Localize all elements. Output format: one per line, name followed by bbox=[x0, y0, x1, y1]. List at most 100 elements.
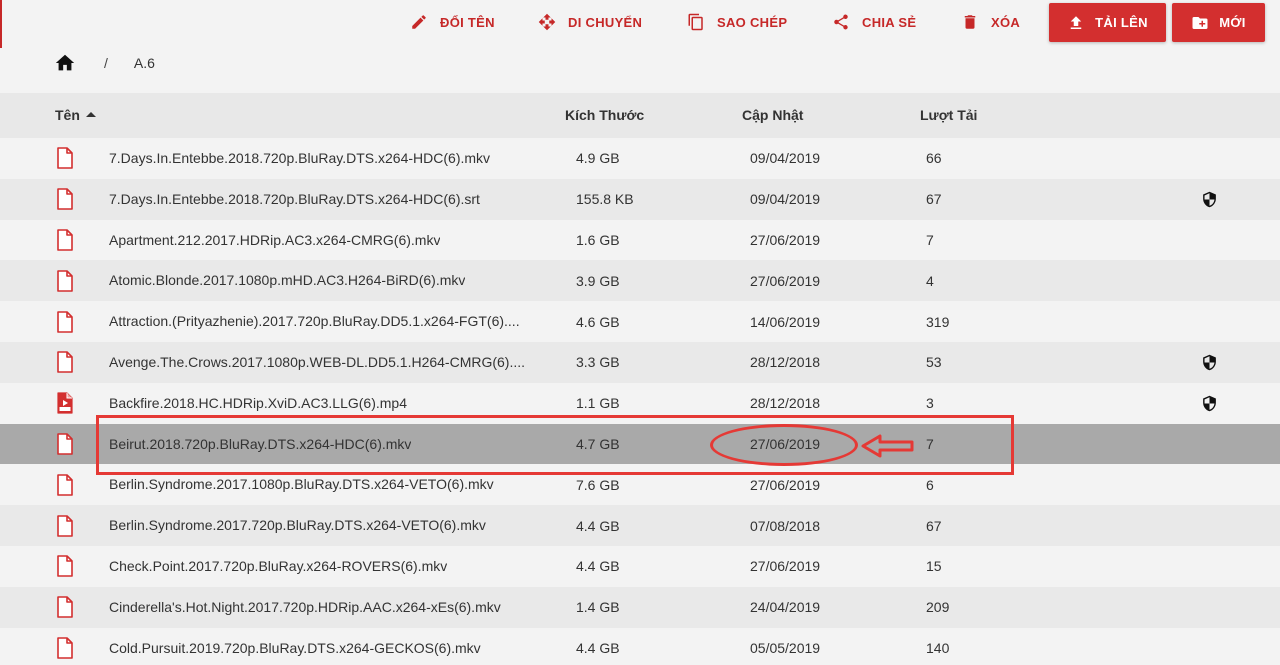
video-file-icon bbox=[56, 383, 74, 424]
file-updated: 05/05/2019 bbox=[750, 639, 821, 656]
file-downloads: 67 bbox=[926, 191, 942, 208]
table-row[interactable]: 7.Days.In.Entebbe.2018.720p.BluRay.DTS.x… bbox=[0, 138, 1280, 179]
file-name[interactable]: Beirut.2018.720p.BluRay.DTS.x264-HDC(6).… bbox=[109, 424, 411, 465]
file-name[interactable]: Berlin.Syndrome.2017.1080p.BluRay.DTS.x2… bbox=[109, 464, 494, 505]
file-downloads: 3 bbox=[926, 395, 934, 412]
file-updated: 27/06/2019 bbox=[750, 272, 821, 289]
file-updated: 27/06/2019 bbox=[750, 476, 821, 493]
table-row[interactable]: Check.Point.2017.720p.BluRay.x264-ROVERS… bbox=[0, 546, 1280, 587]
file-downloads: 6 bbox=[926, 476, 934, 493]
toolbar: ĐỔI TÊN DI CHUYỂN SAO CHÉP CHIA SẺ XÓA T… bbox=[0, 0, 1280, 46]
file-name[interactable]: Check.Point.2017.720p.BluRay.x264-ROVERS… bbox=[109, 546, 447, 587]
file-downloads: 319 bbox=[926, 313, 950, 330]
file-name[interactable]: Cinderella's.Hot.Night.2017.720p.HDRip.A… bbox=[109, 587, 501, 628]
header-downloads[interactable]: Lượt Tải bbox=[920, 107, 977, 123]
upload-label: TẢI LÊN bbox=[1095, 15, 1148, 30]
file-size: 155.8 KB bbox=[576, 191, 634, 208]
file-size: 1.6 GB bbox=[576, 231, 620, 248]
file-downloads: 7 bbox=[926, 231, 934, 248]
upload-icon bbox=[1070, 15, 1082, 29]
breadcrumb-home[interactable] bbox=[54, 52, 76, 74]
file-updated: 27/06/2019 bbox=[750, 558, 821, 575]
sort-ascending-icon bbox=[85, 111, 96, 117]
file-downloads: 67 bbox=[926, 517, 942, 534]
file-name[interactable]: Avenge.The.Crows.2017.1080p.WEB-DL.DD5.1… bbox=[109, 342, 525, 383]
file-size: 4.9 GB bbox=[576, 150, 620, 167]
header-updated[interactable]: Cập Nhật bbox=[742, 107, 803, 123]
file-name[interactable]: Cold.Pursuit.2019.720p.BluRay.DTS.x264-G… bbox=[109, 628, 481, 665]
file-size: 1.1 GB bbox=[576, 395, 620, 412]
share-label: CHIA SẺ bbox=[862, 14, 917, 30]
share-button[interactable]: CHIA SẺ bbox=[832, 10, 916, 34]
file-size: 7.6 GB bbox=[576, 476, 620, 493]
file-updated: 14/06/2019 bbox=[750, 313, 821, 330]
file-name[interactable]: Berlin.Syndrome.2017.720p.BluRay.DTS.x26… bbox=[109, 505, 486, 546]
delete-label: XÓA bbox=[991, 14, 1021, 30]
file-downloads: 4 bbox=[926, 272, 934, 289]
delete-button[interactable]: XÓA bbox=[961, 10, 1020, 34]
file-size: 4.6 GB bbox=[576, 313, 620, 330]
table-body: 7.Days.In.Entebbe.2018.720p.BluRay.DTS.x… bbox=[0, 138, 1280, 665]
file-icon bbox=[56, 179, 74, 220]
file-icon bbox=[56, 424, 74, 465]
file-icon bbox=[56, 220, 74, 261]
breadcrumb: / A.6 bbox=[54, 50, 155, 76]
file-name[interactable]: Attraction.(Prityazhenie).2017.720p.BluR… bbox=[109, 301, 520, 342]
move-button[interactable]: DI CHUYỂN bbox=[538, 10, 642, 34]
copy-label: SAO CHÉP bbox=[717, 14, 788, 30]
table-row[interactable]: Attraction.(Prityazhenie).2017.720p.BluR… bbox=[0, 301, 1280, 342]
file-table: Tên Kích Thước Cập Nhật Lượt Tải 7.Days.… bbox=[0, 93, 1280, 665]
header-name-label: Tên bbox=[55, 107, 80, 123]
file-name[interactable]: Backfire.2018.HC.HDRip.XviD.AC3.LLG(6).m… bbox=[109, 383, 407, 424]
header-name[interactable]: Tên bbox=[55, 107, 96, 123]
file-icon bbox=[56, 628, 74, 665]
file-name[interactable]: 7.Days.In.Entebbe.2018.720p.BluRay.DTS.x… bbox=[109, 138, 490, 179]
file-icon bbox=[56, 138, 74, 179]
new-folder-icon bbox=[1192, 16, 1208, 29]
move-arrows-icon bbox=[538, 13, 556, 31]
file-updated: 24/04/2019 bbox=[750, 599, 821, 616]
table-row[interactable]: Backfire.2018.HC.HDRip.XviD.AC3.LLG(6).m… bbox=[0, 383, 1280, 424]
upload-button[interactable]: TẢI LÊN bbox=[1049, 3, 1166, 42]
breadcrumb-current[interactable]: A.6 bbox=[134, 55, 155, 71]
file-icon bbox=[56, 546, 74, 587]
rename-button[interactable]: ĐỔI TÊN bbox=[410, 10, 495, 34]
table-row[interactable]: Berlin.Syndrome.2017.720p.BluRay.DTS.x26… bbox=[0, 505, 1280, 546]
file-icon bbox=[56, 301, 74, 342]
table-header: Tên Kích Thước Cập Nhật Lượt Tải bbox=[0, 93, 1280, 138]
file-size: 1.4 GB bbox=[576, 599, 620, 616]
header-size[interactable]: Kích Thước bbox=[565, 107, 644, 123]
breadcrumb-separator: / bbox=[104, 55, 108, 71]
file-size: 3.3 GB bbox=[576, 354, 620, 371]
file-updated: 27/06/2019 bbox=[750, 435, 821, 452]
file-manager-page: ĐỔI TÊN DI CHUYỂN SAO CHÉP CHIA SẺ XÓA T… bbox=[0, 0, 1280, 665]
file-size: 4.4 GB bbox=[576, 639, 620, 656]
file-name[interactable]: Apartment.212.2017.HDRip.AC3.x264-CMRG(6… bbox=[109, 220, 440, 261]
file-icon bbox=[56, 505, 74, 546]
file-icon bbox=[56, 587, 74, 628]
table-row[interactable]: Apartment.212.2017.HDRip.AC3.x264-CMRG(6… bbox=[0, 220, 1280, 261]
file-updated: 07/08/2018 bbox=[750, 517, 821, 534]
file-size: 4.7 GB bbox=[576, 435, 620, 452]
new-button[interactable]: MỚI bbox=[1172, 3, 1265, 42]
table-row[interactable]: Atomic.Blonde.2017.1080p.mHD.AC3.H264-Bi… bbox=[0, 260, 1280, 302]
file-downloads: 209 bbox=[926, 599, 950, 616]
new-label: MỚI bbox=[1219, 15, 1246, 30]
table-row[interactable]: Berlin.Syndrome.2017.1080p.BluRay.DTS.x2… bbox=[0, 464, 1280, 505]
table-row[interactable]: Cinderella's.Hot.Night.2017.720p.HDRip.A… bbox=[0, 586, 1280, 628]
copy-icon bbox=[688, 13, 703, 31]
file-downloads: 140 bbox=[926, 639, 950, 656]
file-updated: 28/12/2018 bbox=[750, 354, 821, 371]
home-icon bbox=[55, 54, 75, 71]
table-row[interactable]: Avenge.The.Crows.2017.1080p.WEB-DL.DD5.1… bbox=[0, 341, 1280, 383]
table-row[interactable]: 7.Days.In.Entebbe.2018.720p.BluRay.DTS.x… bbox=[0, 178, 1280, 220]
file-icon bbox=[56, 342, 74, 383]
table-row[interactable]: Beirut.2018.720p.BluRay.DTS.x264-HDC(6).… bbox=[0, 423, 1280, 465]
rename-label: ĐỔI TÊN bbox=[440, 14, 495, 30]
file-name[interactable]: 7.Days.In.Entebbe.2018.720p.BluRay.DTS.x… bbox=[109, 179, 480, 220]
file-updated: 09/04/2019 bbox=[750, 191, 821, 208]
table-row[interactable]: Cold.Pursuit.2019.720p.BluRay.DTS.x264-G… bbox=[0, 628, 1280, 665]
copy-button[interactable]: SAO CHÉP bbox=[687, 10, 787, 34]
file-name[interactable]: Atomic.Blonde.2017.1080p.mHD.AC3.H264-Bi… bbox=[109, 260, 465, 301]
file-updated: 28/12/2018 bbox=[750, 395, 821, 412]
